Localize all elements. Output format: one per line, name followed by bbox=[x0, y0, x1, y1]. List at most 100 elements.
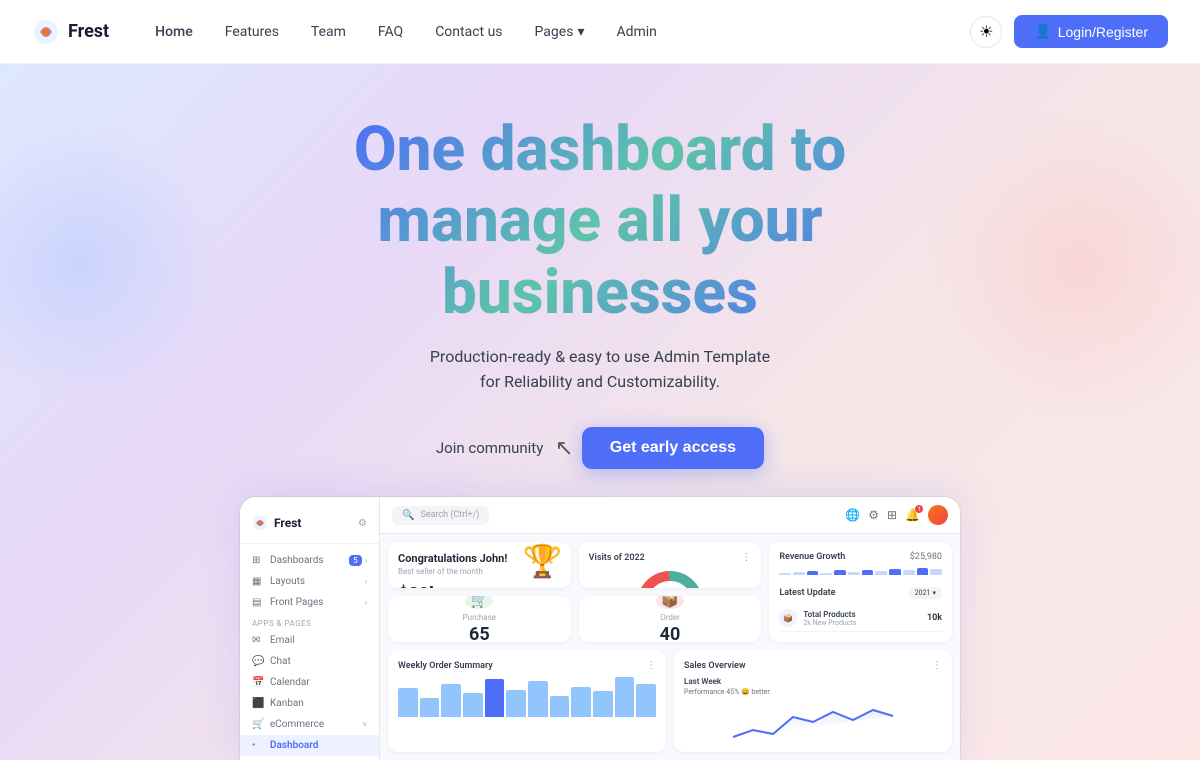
weekly-title: Weekly Order Summary bbox=[398, 661, 493, 671]
hero-content: One dashboard to manage all your busines… bbox=[354, 114, 846, 469]
chevron-right-icon-3: › bbox=[365, 598, 367, 607]
order-card: 📦 Order 40 bbox=[579, 596, 762, 642]
revenue-bar-3 bbox=[820, 573, 832, 575]
sidebar-item-calendar[interactable]: 📅 Calendar bbox=[240, 672, 379, 693]
sales-menu[interactable]: ⋮ bbox=[932, 660, 942, 671]
weekly-bar-11 bbox=[636, 684, 656, 717]
sidebar-item-kanban[interactable]: ⬛ Kanban bbox=[240, 693, 379, 714]
theme-toggle-button[interactable]: ☀ bbox=[970, 16, 1002, 48]
sidebar-settings-icon[interactable]: ⚙ bbox=[358, 518, 367, 529]
order-label: Order bbox=[660, 613, 680, 622]
year-selector[interactable]: 2021 ▾ bbox=[909, 587, 942, 599]
login-register-button[interactable]: 👤 Login/Register bbox=[1014, 15, 1168, 48]
notification-badge: 1 bbox=[915, 505, 923, 513]
sidebar-item-layouts[interactable]: ▦ Layouts › bbox=[240, 571, 379, 592]
sales-subtitle: Last Week bbox=[684, 677, 942, 686]
latest-item-icon: 📦 bbox=[779, 609, 797, 627]
weekly-bar-0 bbox=[398, 688, 418, 717]
sidebar-item-dashboards[interactable]: ⊞ Dashboards 5 › bbox=[240, 550, 379, 571]
latest-item-value: 10k bbox=[927, 613, 942, 623]
weekly-bar-8 bbox=[571, 687, 591, 717]
nav-contact[interactable]: Contact us bbox=[421, 18, 516, 46]
revenue-title: Revenue Growth bbox=[779, 552, 845, 562]
trophy-icon: 🏆 bbox=[523, 542, 563, 580]
revenue-bar-7 bbox=[875, 571, 887, 575]
latest-update-section: Latest Update 2021 ▾ 📦 Total Products bbox=[779, 587, 942, 632]
revenue-header: Revenue Growth $25,980 bbox=[779, 552, 942, 562]
weekly-bar-2 bbox=[441, 684, 461, 717]
purchase-icon: 🛒 bbox=[471, 596, 488, 609]
logo-text: Frest bbox=[68, 21, 109, 42]
chevron-right-icon: › bbox=[365, 556, 367, 565]
dashboard-sidebar: Frest ⚙ ⊞ Dashboards 5 › ▦ Layouts › bbox=[240, 497, 380, 760]
nav-features[interactable]: Features bbox=[211, 18, 293, 46]
sales-header: Sales Overview ⋮ bbox=[684, 660, 942, 671]
sidebar-item-products[interactable]: • Products bbox=[240, 756, 379, 760]
sidebar-logo-icon bbox=[252, 515, 268, 531]
search-icon: 🔍 bbox=[402, 510, 414, 521]
weekly-bar-5 bbox=[506, 690, 526, 717]
weekly-bar-9 bbox=[593, 691, 613, 717]
revenue-bar-0 bbox=[779, 573, 791, 575]
revenue-bar-6 bbox=[862, 570, 874, 575]
donut-chart: 80% Total Visits bbox=[635, 569, 705, 588]
sidebar-item-dashboard-active[interactable]: • Dashboard bbox=[240, 735, 379, 756]
navbar: Frest Home Features Team FAQ Contact us … bbox=[0, 0, 1200, 64]
get-early-access-button[interactable]: Get early access bbox=[582, 427, 764, 469]
latest-title: Latest Update bbox=[779, 588, 835, 598]
weekly-chart bbox=[398, 677, 656, 717]
nav-team[interactable]: Team bbox=[297, 18, 360, 46]
nav-pages[interactable]: Pages ▾ bbox=[521, 18, 599, 46]
revenue-bar-10 bbox=[917, 568, 929, 575]
ecommerce-icon: 🛒 bbox=[252, 719, 264, 730]
weekly-menu[interactable]: ⋮ bbox=[646, 660, 656, 671]
sidebar-item-frontpages[interactable]: ▤ Front Pages › bbox=[240, 592, 379, 613]
sidebar-item-email[interactable]: ✉ Email bbox=[240, 630, 379, 651]
grid-icon: ⊞ bbox=[252, 555, 264, 566]
dashboard-preview: Frest ⚙ ⊞ Dashboards 5 › ▦ Layouts › bbox=[240, 497, 960, 760]
nav-faq[interactable]: FAQ bbox=[364, 18, 417, 46]
sidebar-header: Frest ⚙ bbox=[240, 507, 379, 544]
user-avatar[interactable] bbox=[928, 505, 948, 525]
sales-performance: Performance 45% 😀 better bbox=[684, 688, 942, 696]
latest-item-title: Total Products bbox=[803, 610, 856, 619]
weekly-bar-4 bbox=[485, 679, 505, 717]
user-icon: 👤 bbox=[1034, 23, 1051, 40]
weekly-header: Weekly Order Summary ⋮ bbox=[398, 660, 656, 671]
latest-header: Latest Update 2021 ▾ bbox=[779, 587, 942, 599]
sidebar-section-apps: APPS & PAGES bbox=[240, 613, 379, 630]
hero-section: One dashboard to manage all your busines… bbox=[0, 64, 1200, 760]
revenue-bar-5 bbox=[848, 572, 860, 575]
chevron-right-icon-2: › bbox=[365, 577, 367, 586]
nav-links: Home Features Team FAQ Contact us Pages … bbox=[141, 18, 970, 46]
notification-icon[interactable]: 🔔 1 bbox=[905, 508, 920, 522]
chat-icon: 💬 bbox=[252, 656, 264, 667]
sidebar-item-ecommerce[interactable]: 🛒 eCommerce ˅ bbox=[240, 714, 379, 735]
weekly-bar-1 bbox=[420, 698, 440, 717]
chevron-down-icon: ▾ bbox=[577, 24, 584, 40]
order-icon: 📦 bbox=[661, 596, 678, 609]
settings-icon[interactable]: ⚙ bbox=[868, 508, 879, 522]
dashboard-content-grid: Congratulations John! Best seller of the… bbox=[380, 534, 960, 650]
dashboard-row2: Weekly Order Summary ⋮ Sales Overview ⋮ … bbox=[380, 650, 960, 760]
latest-item: 📦 Total Products 2k New Products 10k bbox=[779, 605, 942, 632]
latest-item-sub: 2k New Products bbox=[803, 619, 856, 627]
purchase-icon-circle: 🛒 bbox=[465, 596, 493, 609]
layout-icon: ▦ bbox=[252, 576, 264, 587]
hero-title: One dashboard to manage all your busines… bbox=[354, 114, 846, 328]
logo[interactable]: Frest bbox=[32, 18, 109, 46]
visits-menu-icon[interactable]: ⋮ bbox=[741, 552, 751, 563]
grid-view-icon[interactable]: ⊞ bbox=[887, 508, 897, 522]
revenue-bar-4 bbox=[834, 570, 846, 575]
nav-admin[interactable]: Admin bbox=[602, 18, 670, 46]
visits-title: Visits of 2022 bbox=[589, 553, 645, 563]
nav-home[interactable]: Home bbox=[141, 18, 207, 46]
revenue-amount: $25,980 bbox=[910, 552, 942, 562]
sidebar-item-chat[interactable]: 💬 Chat bbox=[240, 651, 379, 672]
nav-actions: ☀ 👤 Login/Register bbox=[970, 15, 1168, 48]
revenue-chart bbox=[779, 568, 942, 575]
globe-icon[interactable]: 🌐 bbox=[845, 508, 860, 522]
order-icon-circle: 📦 bbox=[656, 596, 684, 609]
logo-icon bbox=[32, 18, 60, 46]
dashboard-search[interactable]: 🔍 Search (Ctrl+/) bbox=[392, 506, 489, 525]
